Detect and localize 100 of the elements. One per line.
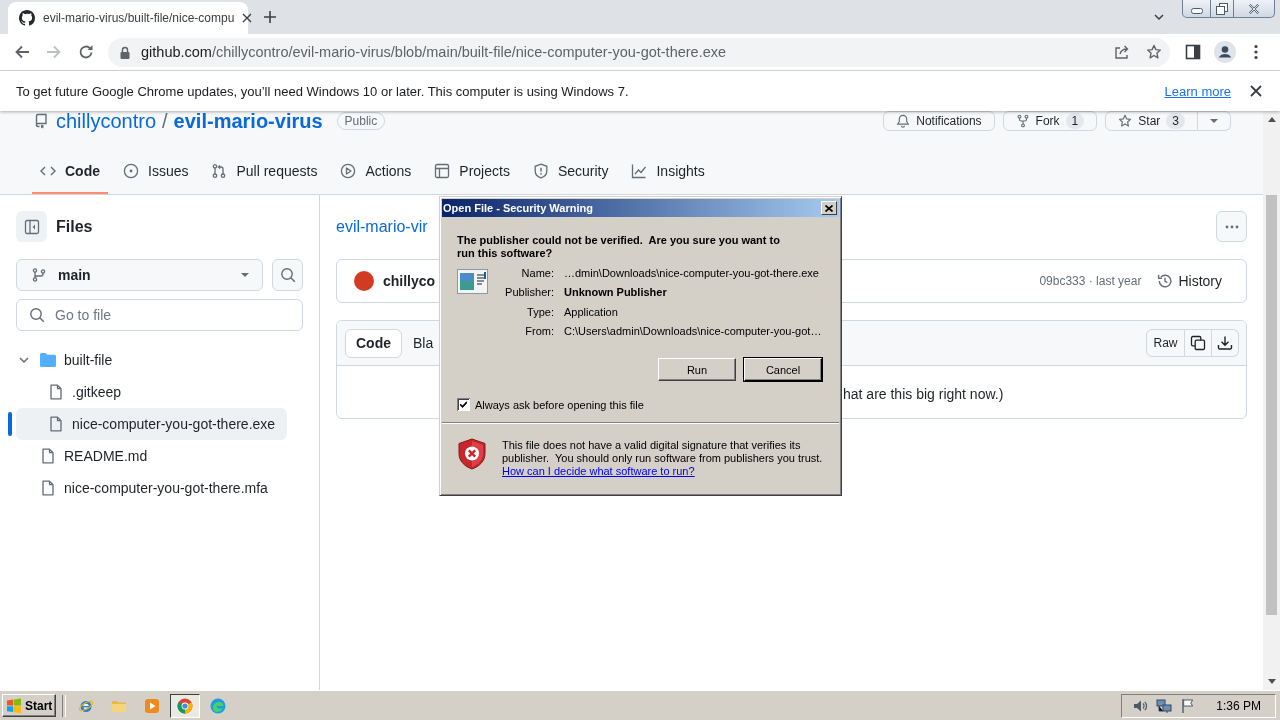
- breadcrumb-link[interactable]: evil-mario-vir: [336, 217, 428, 236]
- network-icon[interactable]: [1156, 697, 1173, 714]
- caret-down-icon: [1210, 119, 1218, 123]
- tree-file[interactable]: nice-computer-you-got-there.exe: [16, 408, 287, 440]
- notifications-button[interactable]: Notifications: [883, 111, 995, 131]
- table-icon: [434, 163, 451, 179]
- files-title: Files: [56, 217, 93, 236]
- field-label: From:: [524, 325, 554, 338]
- repo-owner-link[interactable]: chillycontro: [56, 109, 157, 133]
- file-search-field[interactable]: Go to file: [16, 299, 303, 331]
- nav-tab[interactable]: Issues: [115, 155, 197, 194]
- tree-folder[interactable]: built-file: [16, 344, 287, 376]
- side-panel-icon[interactable]: [1185, 44, 1201, 60]
- clock[interactable]: 1:36 PM: [1216, 698, 1261, 713]
- lock-icon: [120, 45, 130, 59]
- nav-tab[interactable]: Projects: [426, 155, 518, 194]
- field-value: Application: [564, 305, 619, 318]
- cat-logo-icon: [19, 10, 35, 26]
- star-count: 3: [1166, 113, 1185, 129]
- fork-button[interactable]: Fork 1: [1002, 111, 1098, 131]
- restore-icon: [1216, 2, 1228, 15]
- file-icon: [40, 480, 56, 496]
- path-separator: /: [162, 109, 168, 133]
- collapse-sidebar-button[interactable]: [16, 211, 47, 242]
- branch-icon: [31, 267, 47, 283]
- file-too-large-message: hat are this big right now.): [843, 386, 1004, 402]
- dialog-close-button[interactable]: [821, 201, 837, 215]
- nav-tab[interactable]: Code: [32, 155, 108, 194]
- commit-author[interactable]: chillyco: [383, 273, 436, 289]
- repo-name-link[interactable]: evil-mario-virus: [173, 109, 323, 133]
- help-link[interactable]: How can I decide what software to run?: [502, 465, 695, 478]
- close-tab-icon[interactable]: [242, 13, 253, 23]
- chevron-down-icon[interactable]: [1154, 12, 1164, 22]
- star-menu-button[interactable]: [1198, 111, 1231, 131]
- field-value: C:\Users\admin\Downloads\nice-computer-you-got…: [564, 325, 822, 338]
- bell-icon: [896, 114, 911, 128]
- star-icon: [1118, 114, 1133, 128]
- scroll-down-icon[interactable]: [1267, 679, 1276, 684]
- star-button[interactable]: Star 3: [1105, 111, 1198, 131]
- nav-tab[interactable]: Pull requests: [203, 155, 326, 194]
- share-icon[interactable]: [1114, 44, 1130, 60]
- view-tab[interactable]: Bla: [402, 328, 435, 358]
- close-window-button[interactable]: [1234, 0, 1275, 18]
- close-icon: [825, 204, 833, 212]
- checkbox-label[interactable]: Always ask before opening this file: [475, 398, 644, 411]
- bookmark-star-icon[interactable]: [1146, 44, 1162, 60]
- download-icon: [1217, 335, 1233, 351]
- branch-select[interactable]: main: [16, 259, 263, 291]
- reload-icon[interactable]: [78, 44, 94, 60]
- warning-text: This file does not have a valid digital signature that verifies its publisher. You should only run software from publishers you trust.: [502, 439, 824, 465]
- field-value: …dmin\Downloads\nice-computer-you-got-there.exe: [564, 266, 820, 279]
- back-arrow-icon[interactable]: [14, 44, 30, 60]
- repo-icon: [33, 113, 49, 129]
- sidebar-panel-icon: [23, 218, 40, 235]
- field-label: Name:: [520, 266, 554, 279]
- view-tab[interactable]: Code: [345, 328, 402, 358]
- dialog-button[interactable]: Cancel: [744, 358, 822, 381]
- fork-icon: [1015, 114, 1030, 128]
- copy-button[interactable]: [1185, 329, 1212, 357]
- restore-button[interactable]: [1211, 0, 1234, 18]
- line-graph-icon: [631, 163, 648, 179]
- search-icon: [29, 307, 45, 323]
- menu-icon[interactable]: [1254, 44, 1258, 60]
- history-clock-icon: [1157, 273, 1174, 289]
- nav-tab[interactable]: Actions: [332, 155, 420, 194]
- learn-more-link[interactable]: Learn more: [1164, 83, 1231, 99]
- minimize-icon: [1190, 8, 1203, 14]
- search-button[interactable]: [272, 259, 303, 291]
- play-icon: [144, 697, 160, 714]
- scrollbar-thumb[interactable]: [1266, 195, 1277, 615]
- download-button[interactable]: [1212, 329, 1239, 357]
- raw-button[interactable]: Raw: [1146, 329, 1185, 357]
- file-icon: [48, 416, 64, 432]
- avatar-icon: [354, 271, 374, 291]
- tree-file[interactable]: nice-computer-you-got-there.mfa: [16, 472, 287, 504]
- chevron-down-icon[interactable]: [18, 354, 30, 366]
- nav-tab[interactable]: Insights: [623, 155, 713, 194]
- close-icon[interactable]: [1250, 85, 1262, 97]
- shield-error-icon: [458, 438, 486, 470]
- scroll-up-icon[interactable]: [1267, 117, 1276, 122]
- start-button[interactable]: Start: [2, 694, 56, 717]
- nav-tab[interactable]: Security: [524, 155, 617, 194]
- shield-icon: [532, 163, 549, 179]
- dialog-button[interactable]: Run: [658, 358, 736, 381]
- history-button[interactable]: History: [1157, 273, 1222, 289]
- fork-count: 1: [1065, 113, 1085, 129]
- scrollbar[interactable]: [1263, 111, 1280, 690]
- issue-circle-icon: [123, 163, 139, 179]
- application-window-icon: [457, 269, 488, 294]
- checkbox[interactable]: [457, 398, 470, 411]
- tree-file[interactable]: README.md: [16, 440, 287, 472]
- tree-file[interactable]: .gitkeep: [16, 376, 287, 408]
- minimize-button[interactable]: [1182, 0, 1211, 18]
- play-circle-icon: [340, 163, 357, 179]
- address-bar[interactable]: github.com/chillycontro/evil-mario-virus/blob/main/built-file/nice-computer-you-got-there.exe: [108, 37, 1170, 67]
- profile-icon[interactable]: [1214, 41, 1236, 63]
- close-icon: [1248, 2, 1260, 15]
- new-tab-icon[interactable]: [264, 11, 276, 23]
- taskbar-app-button[interactable]: [170, 693, 200, 718]
- field-label: Type:: [526, 305, 554, 318]
